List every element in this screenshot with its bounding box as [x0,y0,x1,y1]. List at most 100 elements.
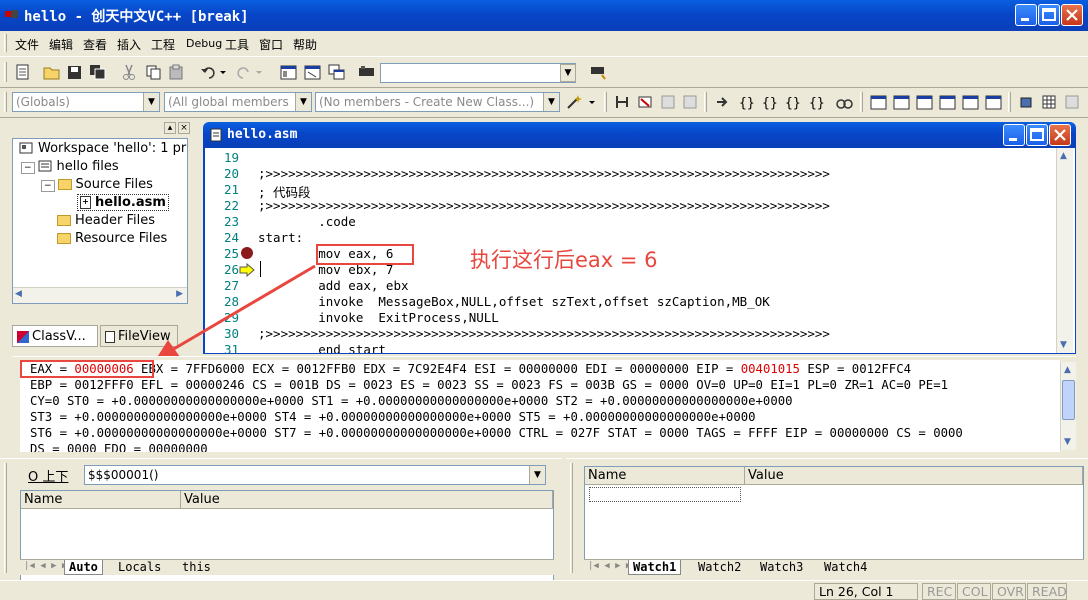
scroll-left-icon[interactable]: ◀ [15,289,22,299]
watch-col-value-header[interactable]: Value [745,467,1083,485]
editor-maximize-button[interactable] [1026,124,1048,146]
col-name-header[interactable]: Name [21,491,181,509]
menu-project[interactable]: 工程 [151,36,175,53]
editor-vscrollbar[interactable]: ▲ ▼ [1056,148,1073,353]
step-over-icon[interactable]: {} [761,94,779,110]
col-value-header[interactable]: Value [181,491,553,509]
build-grid-icon[interactable] [1041,94,1059,110]
menu-file[interactable]: 文件 [15,36,39,53]
filter-combo[interactable]: (All global members ▼ [164,92,312,112]
tree-node-hello-asm[interactable]: + hello.asm [77,194,169,211]
execute-icon[interactable] [682,94,700,110]
undo-icon[interactable] [200,64,228,80]
menu-help[interactable]: 帮助 [293,36,317,53]
copy-icon[interactable] [145,64,163,80]
toolbar6-grip [1008,92,1011,112]
new-file-icon[interactable] [14,64,32,80]
workspace-close-button[interactable]: × [178,122,190,134]
build-icon[interactable] [637,94,655,110]
code-line: ;>>>>>>>>>>>>>>>>>>>>>>>>>>>>>>>>>>>>>>>… [258,166,830,181]
menu-view[interactable]: 查看 [83,36,107,53]
tree-node-source-files[interactable]: − Source Files [41,177,153,192]
output-window-icon[interactable] [304,64,322,80]
workspace-icon[interactable] [280,64,298,80]
menu-window[interactable]: 窗口 [259,36,283,53]
close-button[interactable] [1061,4,1083,26]
collapse-icon[interactable]: − [21,162,35,174]
tab-watch3[interactable]: Watch3 [756,560,807,574]
memory-window-icon[interactable] [939,94,957,110]
go-arrow-icon[interactable] [714,94,732,110]
standard-toolbar: ▼ [0,56,1088,88]
maximize-button[interactable] [1038,4,1060,26]
registers-window[interactable]: EAX = 00000006 EBX = 7FFD6000 ECX = 0012… [20,360,1060,452]
compile-icon[interactable] [614,94,632,110]
run-to-cursor-icon[interactable]: {} [808,94,826,110]
class-combo[interactable]: (Globals) ▼ [12,92,160,112]
workspace-dock-button[interactable]: ▴ [164,122,176,134]
collapse-icon[interactable]: − [41,180,55,192]
members-combo[interactable]: (No members - Create New Class...) ▼ [315,92,560,112]
menu-debug[interactable]: Debug [186,37,222,50]
scroll-up-icon[interactable]: ▲ [1064,365,1071,375]
tab-watch2[interactable]: Watch2 [694,560,745,574]
find-icon[interactable] [589,64,607,80]
minimize-button[interactable] [1015,4,1037,26]
registers-scroll-thumb[interactable] [1062,380,1075,420]
watch-col-name-header[interactable]: Name [585,467,745,485]
registers-scrollbar[interactable]: ▲ ▼ [1060,362,1076,450]
editor-minimize-button[interactable] [1003,124,1025,146]
cut-icon[interactable] [120,64,138,80]
scroll-down-icon[interactable]: ▼ [1064,437,1071,447]
step-out-icon[interactable]: {} [784,94,802,110]
window-list-icon[interactable] [328,64,346,80]
tree-node-header-files[interactable]: Header Files [57,213,155,228]
paste-icon[interactable] [168,64,186,80]
disassembly-icon[interactable] [985,94,1003,110]
tab-this[interactable]: this [178,560,215,574]
step-into-icon[interactable]: {} [738,94,756,110]
tab-watch1[interactable]: Watch1 [628,560,682,575]
close-icon [1054,129,1066,141]
tab-watch4[interactable]: Watch4 [820,560,871,574]
watch-new-entry[interactable] [589,487,741,502]
project-icon [38,160,52,172]
build-minibar-icon[interactable] [1018,94,1036,110]
registers-window-icon[interactable] [916,94,934,110]
watch-window-icon[interactable] [870,94,888,110]
call-stack-icon[interactable] [962,94,980,110]
class-combo-arrow[interactable]: ▼ [143,93,159,111]
wizard-actions-icon[interactable] [566,94,598,110]
tab-auto[interactable]: Auto [64,560,103,575]
tab-classview[interactable]: ClassV... [12,325,98,347]
eip-value: 00401015 [740,362,800,376]
find-combo[interactable] [380,63,576,83]
variables-window-icon[interactable] [893,94,911,110]
find-in-files-icon[interactable] [358,64,376,80]
scroll-up-icon[interactable]: ▲ [1060,151,1067,161]
build-grid2-icon[interactable] [1064,94,1082,110]
tree-node-workspace[interactable]: Workspace 'hello': 1 pr [19,141,186,156]
context-combo[interactable]: $$$00001() ▼ [84,465,546,485]
menu-insert[interactable]: 插入 [117,36,141,53]
tree-node-project[interactable]: − hello files [21,159,119,174]
tab-locals[interactable]: Locals [114,560,165,574]
filter-combo-arrow[interactable]: ▼ [295,93,311,111]
editor-close-button[interactable] [1049,124,1071,146]
stop-build-icon[interactable] [660,94,678,110]
members-combo-arrow[interactable]: ▼ [543,93,559,111]
quick-watch-icon[interactable] [836,94,854,110]
menu-tools[interactable]: 工具 [225,36,249,53]
scroll-down-icon[interactable]: ▼ [1060,340,1067,350]
folder-icon [57,233,71,244]
save-icon[interactable] [66,64,84,80]
menu-edit[interactable]: 编辑 [49,36,73,53]
breakpoint-icon[interactable] [240,246,254,260]
editor-title: hello.asm [227,127,298,142]
open-folder-icon[interactable] [43,64,61,80]
tree-node-resource-files[interactable]: Resource Files [57,231,167,246]
save-all-icon[interactable] [89,64,107,80]
context-combo-arrow[interactable]: ▼ [529,466,545,484]
redo-icon[interactable] [236,64,264,80]
find-combo-arrow[interactable]: ▼ [560,64,576,82]
